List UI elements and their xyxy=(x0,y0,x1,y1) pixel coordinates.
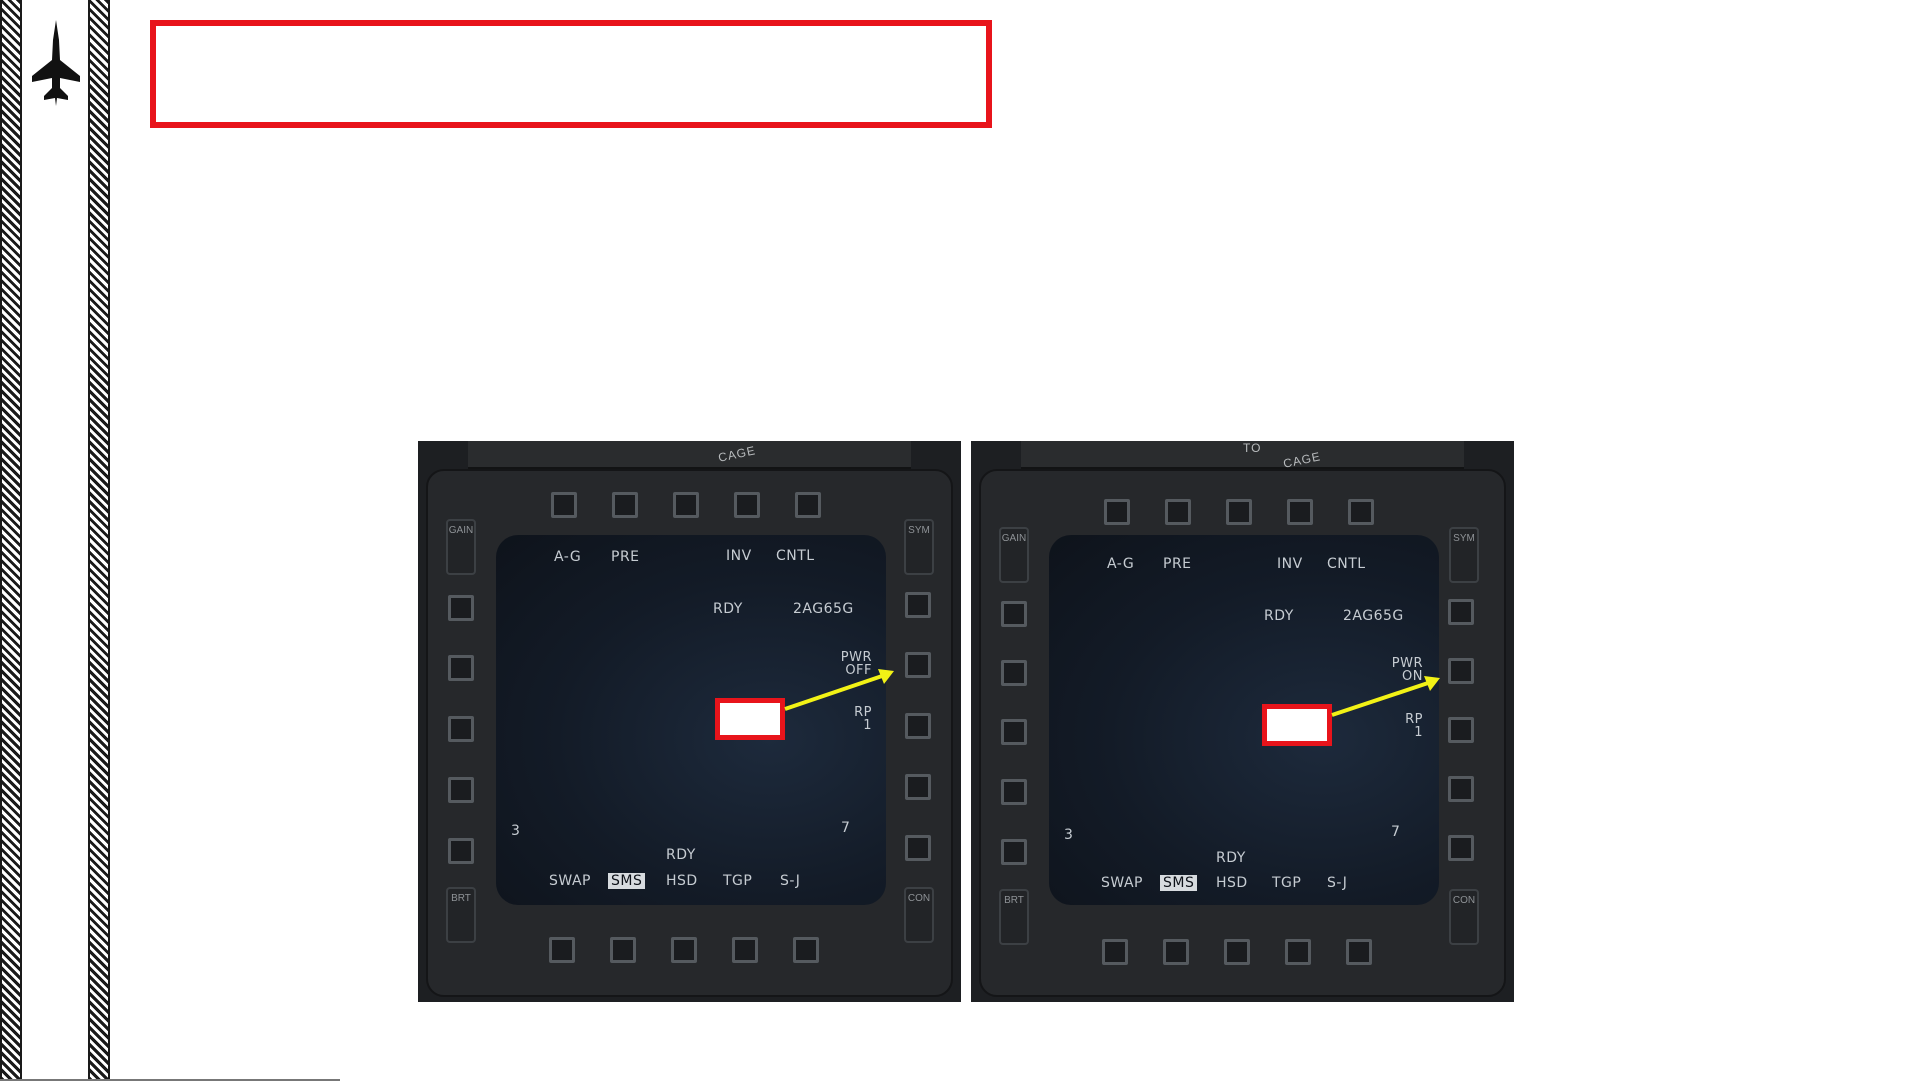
title-box xyxy=(150,20,992,128)
mfd-panel-pwr-off: CAGE GAIN SYM BRT CON A-G PRE INV CNTL R… xyxy=(418,441,961,1002)
fighter-jet-icon xyxy=(32,20,80,106)
mfd-panel-pwr-on: TO CAGE GAIN SYM BRT CON A-G PRE INV CNT… xyxy=(971,441,1514,1002)
left-border-stripe xyxy=(0,0,22,1081)
yellow-arrow-icon xyxy=(784,669,894,711)
right-border-stripe xyxy=(88,0,110,1081)
yellow-arrow-icon xyxy=(1331,676,1440,717)
